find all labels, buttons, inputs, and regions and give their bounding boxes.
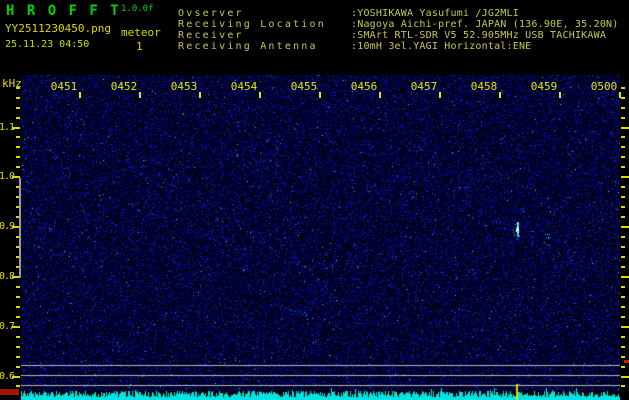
- time-tick: [319, 92, 321, 98]
- time-tick: [199, 92, 201, 98]
- time-tick-label: 0455: [290, 80, 318, 93]
- freq-minor-tick-left: [16, 156, 20, 159]
- freq-tick-label: 0.7: [0, 320, 15, 332]
- time-tick: [379, 92, 381, 98]
- freq-minor-tick-right: [621, 206, 625, 209]
- freq-minor-tick-left: [16, 106, 20, 109]
- freq-minor-tick-right: [621, 385, 625, 388]
- freq-tick-label: 0.8: [0, 270, 15, 282]
- time-tick-label: 0453: [170, 80, 198, 93]
- freq-minor-tick-left: [16, 315, 20, 318]
- app-title: H R O F F T: [6, 3, 121, 19]
- time-tick: [139, 92, 141, 98]
- long-echo-indicator-line: [19, 178, 21, 278]
- info-label: Receiving Location: [178, 19, 326, 30]
- freq-minor-tick-right: [621, 355, 625, 358]
- time-tick-label: 0500: [590, 80, 618, 93]
- freq-minor-tick-right: [621, 285, 625, 288]
- red-level-marker: [0, 389, 19, 395]
- info-row: Receiver :SMArt RTL-SDR V5 52.905MHz USB …: [178, 30, 618, 41]
- freq-minor-tick-right: [621, 365, 625, 368]
- red-edge-tick: [624, 360, 629, 363]
- freq-minor-tick-right: [621, 345, 625, 348]
- time-tick: [619, 92, 621, 98]
- info-row: Receiving Antenna :10mH 3el.YAGI Horizont…: [178, 41, 618, 52]
- freq-minor-tick-left: [16, 146, 20, 149]
- time-tick-label: 0452: [110, 80, 138, 93]
- freq-major-tick-right: [621, 375, 629, 378]
- info-row: Receiving Location :Nagoya Aichi-pref. JA…: [178, 19, 618, 30]
- freq-minor-tick-left: [16, 285, 20, 288]
- freq-major-tick-right: [621, 275, 629, 278]
- freq-minor-tick-right: [621, 196, 625, 199]
- freq-major-tick-right: [621, 176, 629, 179]
- freq-minor-tick-right: [621, 305, 625, 308]
- output-filename: YY2511230450.png: [5, 22, 111, 35]
- freq-major-tick-right: [621, 325, 629, 328]
- info-row: Ovserver :YOSHIKAWA Yasufumi /JG2MLI: [178, 8, 618, 19]
- freq-minor-tick-left: [16, 385, 20, 388]
- info-value: :Nagoya Aichi-pref. JAPAN (136.90E, 35.2…: [351, 19, 619, 30]
- freq-major-tick-right: [621, 126, 629, 129]
- meteor-count: 1: [136, 40, 143, 53]
- freq-minor-tick-right: [621, 106, 625, 109]
- time-tick-label: 0458: [470, 80, 498, 93]
- freq-minor-tick-right: [621, 236, 625, 239]
- freq-minor-tick-left: [16, 355, 20, 358]
- info-label: Ovserver: [178, 8, 244, 19]
- freq-minor-tick-left: [16, 345, 20, 348]
- info-label: Receiver: [178, 30, 244, 41]
- time-tick-label: 0457: [410, 80, 438, 93]
- freq-minor-tick-right: [621, 96, 625, 99]
- time-tick: [259, 92, 261, 98]
- freq-minor-tick-left: [16, 305, 20, 308]
- freq-minor-tick-right: [621, 246, 625, 249]
- freq-minor-tick-left: [16, 295, 20, 298]
- info-value: :YOSHIKAWA Yasufumi /JG2MLI: [351, 8, 519, 19]
- app-version: 1.0.0f: [121, 4, 154, 14]
- observation-datetime: 25.11.23 04:50: [5, 39, 90, 50]
- hrofft-screen: H R O F F T 1.0.0f YY2511230450.png mete…: [0, 0, 629, 400]
- freq-minor-tick-right: [621, 295, 625, 298]
- freq-minor-tick-right: [621, 156, 625, 159]
- freq-minor-tick-left: [16, 96, 20, 99]
- freq-minor-tick-left: [16, 335, 20, 338]
- station-info-block: Ovserver:YOSHIKAWA Yasufumi /JG2MLI Recei…: [178, 8, 618, 52]
- freq-tick-label: 1.0: [0, 171, 15, 183]
- freq-tick-label: 0.6: [0, 370, 15, 382]
- freq-minor-tick-right: [621, 166, 625, 169]
- freq-minor-tick-right: [621, 116, 625, 119]
- time-tick: [439, 92, 441, 98]
- freq-minor-tick-left: [16, 365, 20, 368]
- freq-minor-tick-left: [16, 166, 20, 169]
- time-tick-label: 0456: [350, 80, 378, 93]
- freq-tick-label: 1.1: [0, 121, 15, 133]
- time-tick: [79, 92, 81, 98]
- freq-minor-tick-right: [621, 255, 625, 258]
- freq-minor-tick-right: [621, 186, 625, 189]
- spectrogram-canvas: [21, 75, 620, 400]
- freq-minor-tick-right: [621, 315, 625, 318]
- freq-major-tick-right: [621, 226, 629, 229]
- freq-minor-tick-right: [621, 265, 625, 268]
- freq-minor-tick-left: [16, 86, 20, 89]
- freq-minor-tick-left: [16, 136, 20, 139]
- freq-minor-tick-right: [621, 335, 625, 338]
- info-label: Receiving Antenna: [178, 41, 318, 52]
- time-tick-label: 0459: [530, 80, 558, 93]
- observation-mode: meteor: [121, 26, 161, 39]
- info-value: :SMArt RTL-SDR V5 52.905MHz USB TACHIKAW…: [351, 30, 607, 41]
- freq-minor-tick-right: [621, 136, 625, 139]
- freq-minor-tick-right: [621, 146, 625, 149]
- time-tick-label: 0451: [50, 80, 78, 93]
- freq-tick-label: 0.9: [0, 221, 15, 233]
- freq-minor-tick-left: [16, 116, 20, 119]
- freq-minor-tick-right: [621, 216, 625, 219]
- info-value: :10mH 3el.YAGI Horizontal:ENE: [351, 41, 532, 52]
- time-tick: [499, 92, 501, 98]
- time-tick: [559, 92, 561, 98]
- time-tick-label: 0454: [230, 80, 258, 93]
